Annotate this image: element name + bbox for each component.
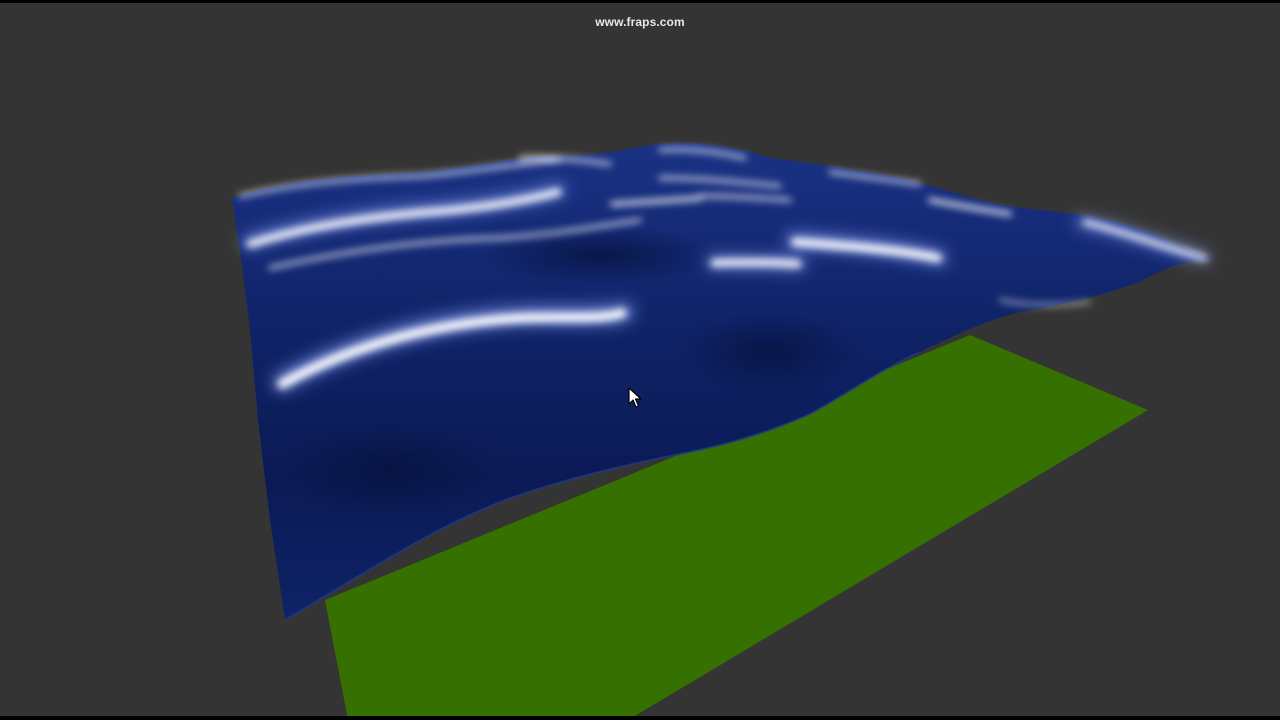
- specular-highlight: [710, 258, 802, 268]
- render-viewport[interactable]: www.fraps.com: [0, 3, 1280, 716]
- water-shadow: [680, 312, 860, 392]
- 3d-scene[interactable]: [0, 3, 1280, 716]
- water-shadow: [480, 225, 720, 285]
- water-shadow: [280, 420, 500, 520]
- mouse-pointer-icon: [628, 387, 642, 408]
- fraps-watermark: www.fraps.com: [595, 15, 685, 29]
